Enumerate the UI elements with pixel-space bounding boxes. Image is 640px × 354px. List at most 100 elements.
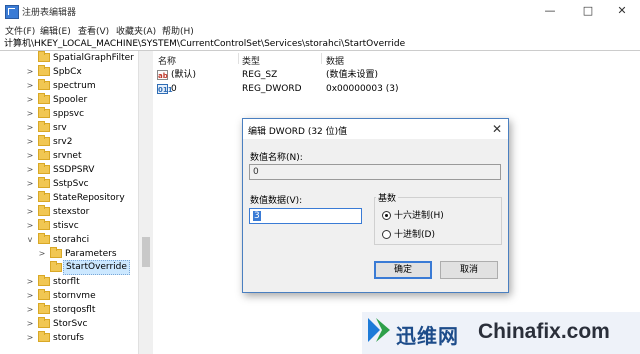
radio-checked-icon[interactable] — [382, 211, 391, 220]
tree-item-parameters[interactable]: > Parameters — [0, 247, 136, 261]
tree-item-spbcx[interactable]: > SpbCx — [0, 65, 136, 79]
folder-icon — [38, 135, 50, 146]
maximize-button[interactable]: □ — [570, 0, 606, 22]
expand-chevron-icon[interactable]: > — [38, 247, 46, 261]
expand-chevron-icon[interactable]: > — [26, 331, 34, 345]
folder-icon — [38, 191, 50, 202]
menu-edit[interactable]: 编辑(E) — [40, 24, 71, 37]
expand-chevron-icon[interactable]: > — [26, 177, 34, 191]
title-bar: 注册表编辑器 — □ ✕ — [0, 0, 640, 23]
tree-scrollbar-thumb[interactable] — [142, 237, 150, 267]
window-title: 注册表编辑器 — [22, 8, 77, 18]
column-header-data[interactable]: 数据 — [326, 54, 344, 67]
tree-item-staterepository[interactable]: > StateRepository — [0, 191, 136, 205]
expand-chevron-icon[interactable]: > — [26, 149, 34, 163]
folder-icon — [38, 121, 50, 132]
value-name: (默认) — [171, 70, 197, 80]
expand-chevron-icon[interactable]: > — [26, 219, 34, 233]
expand-chevron-icon[interactable]: > — [26, 65, 34, 79]
tree-item-ssdpsrv[interactable]: > SSDPSRV — [0, 163, 136, 177]
tree-item-label: Spooler — [53, 95, 88, 105]
value-name-field: 0 — [249, 164, 501, 180]
dword-value-icon: 011 — [157, 84, 173, 94]
tree-item-storflt[interactable]: > storflt — [0, 275, 136, 289]
value-row-default[interactable]: ab (默认) REG_SZ (数值未设置) — [157, 68, 457, 82]
menu-favorites[interactable]: 收藏夹(A) — [116, 24, 156, 37]
tree-item-sppsvc[interactable]: > sppsvc — [0, 107, 136, 121]
dialog-close-button[interactable]: ✕ — [492, 122, 502, 136]
cancel-button[interactable]: 取消 — [440, 261, 498, 279]
tree-item-label: srv2 — [53, 137, 73, 147]
value-type: REG_DWORD — [242, 84, 302, 94]
regedit-icon — [5, 5, 19, 19]
tree-item-spatialgraphfilter[interactable]: SpatialGraphFilter — [0, 51, 136, 65]
value-data-label: 数值数据(V): — [250, 196, 303, 206]
address-bar[interactable]: 计算机\HKEY_LOCAL_MACHINE\SYSTEM\CurrentCon… — [0, 37, 640, 51]
tree-item-srv2[interactable]: > srv2 — [0, 135, 136, 149]
expand-chevron-icon[interactable]: > — [26, 79, 34, 93]
radio-unchecked-icon[interactable] — [382, 230, 391, 239]
tree-item-label: StateRepository — [53, 193, 125, 203]
expand-chevron-icon[interactable]: > — [26, 121, 34, 135]
tree-item-label: sppsvc — [53, 109, 85, 119]
tree-item-srvnet[interactable]: > srvnet — [0, 149, 136, 163]
dialog-title-bar: 编辑 DWORD (32 位)值 ✕ — [243, 119, 508, 139]
expand-chevron-icon[interactable]: > — [26, 163, 34, 177]
menu-file[interactable]: 文件(F) — [5, 24, 35, 37]
value-row-0[interactable]: 011 0 REG_DWORD 0x00000003 (3) — [157, 82, 457, 96]
tree-item-stisvc[interactable]: > stisvc — [0, 219, 136, 233]
radio-hex[interactable]: 十六进制(H) — [382, 210, 482, 222]
tree-item-spooler[interactable]: > Spooler — [0, 93, 136, 107]
expand-chevron-icon[interactable]: > — [26, 107, 34, 121]
tree-item-storsvc[interactable]: > StorSvc — [0, 317, 136, 331]
folder-icon — [38, 93, 50, 104]
column-header-type[interactable]: 类型 — [242, 54, 260, 67]
value-data-input[interactable]: 3 — [249, 208, 362, 224]
tree-item-label: spectrum — [53, 81, 96, 91]
value-data-text: 3 — [253, 211, 261, 221]
tree-item-stornvme[interactable]: > stornvme — [0, 289, 136, 303]
tree-item-srv[interactable]: > srv — [0, 121, 136, 135]
radio-decimal[interactable]: 十进制(D) — [382, 229, 482, 241]
expand-chevron-icon[interactable]: > — [26, 191, 34, 205]
collapse-chevron-icon[interactable]: v — [26, 233, 34, 247]
expand-chevron-icon[interactable]: > — [26, 93, 34, 107]
tree-item-spectrum[interactable]: > spectrum — [0, 79, 136, 93]
expand-chevron-icon[interactable]: > — [26, 303, 34, 317]
expand-chevron-icon[interactable]: > — [26, 317, 34, 331]
expand-chevron-icon[interactable]: > — [26, 135, 34, 149]
folder-icon — [38, 65, 50, 76]
expand-chevron-icon[interactable]: > — [26, 275, 34, 289]
close-button[interactable]: ✕ — [604, 0, 640, 22]
column-header-name[interactable]: 名称 — [158, 54, 176, 67]
column-divider[interactable] — [238, 53, 239, 64]
minimize-button[interactable]: — — [532, 0, 568, 22]
folder-open-icon — [38, 233, 50, 244]
ok-button[interactable]: 确定 — [374, 261, 432, 279]
edit-dword-dialog: 编辑 DWORD (32 位)值 ✕ 数值名称(N): 0 数值数据(V): 3… — [242, 118, 509, 293]
folder-icon — [38, 303, 50, 314]
radio-decimal-label: 十进制(D) — [394, 230, 435, 240]
tree-scrollbar[interactable] — [138, 51, 153, 354]
tree-item-storqosflt[interactable]: > storqosflt — [0, 303, 136, 317]
column-divider[interactable] — [321, 53, 322, 64]
folder-icon — [38, 331, 50, 342]
folder-icon — [38, 289, 50, 300]
tree-item-stexstor[interactable]: > stexstor — [0, 205, 136, 219]
value-data: (数值未设置) — [326, 70, 379, 80]
watermark: 迅维网 Chinafix.com — [362, 312, 640, 354]
tree-item-label: SstpSvc — [53, 179, 89, 189]
expand-chevron-icon[interactable] — [26, 51, 34, 65]
expand-chevron-icon[interactable]: > — [26, 289, 34, 303]
tree-item-label: SpatialGraphFilter — [53, 53, 134, 63]
tree-item-storahci[interactable]: v storahci — [0, 233, 136, 247]
folder-icon — [50, 261, 62, 272]
menu-help[interactable]: 帮助(H) — [162, 24, 194, 37]
expand-chevron-icon[interactable]: > — [26, 205, 34, 219]
tree-item-sstpsvc[interactable]: > SstpSvc — [0, 177, 136, 191]
menu-view[interactable]: 查看(V) — [78, 24, 109, 37]
folder-icon — [50, 247, 62, 258]
tree-item-startoverride[interactable]: StartOverride — [0, 260, 136, 275]
tree-item-storufs[interactable]: > storufs — [0, 331, 136, 345]
watermark-brand-cn: 迅维网 — [396, 324, 459, 348]
